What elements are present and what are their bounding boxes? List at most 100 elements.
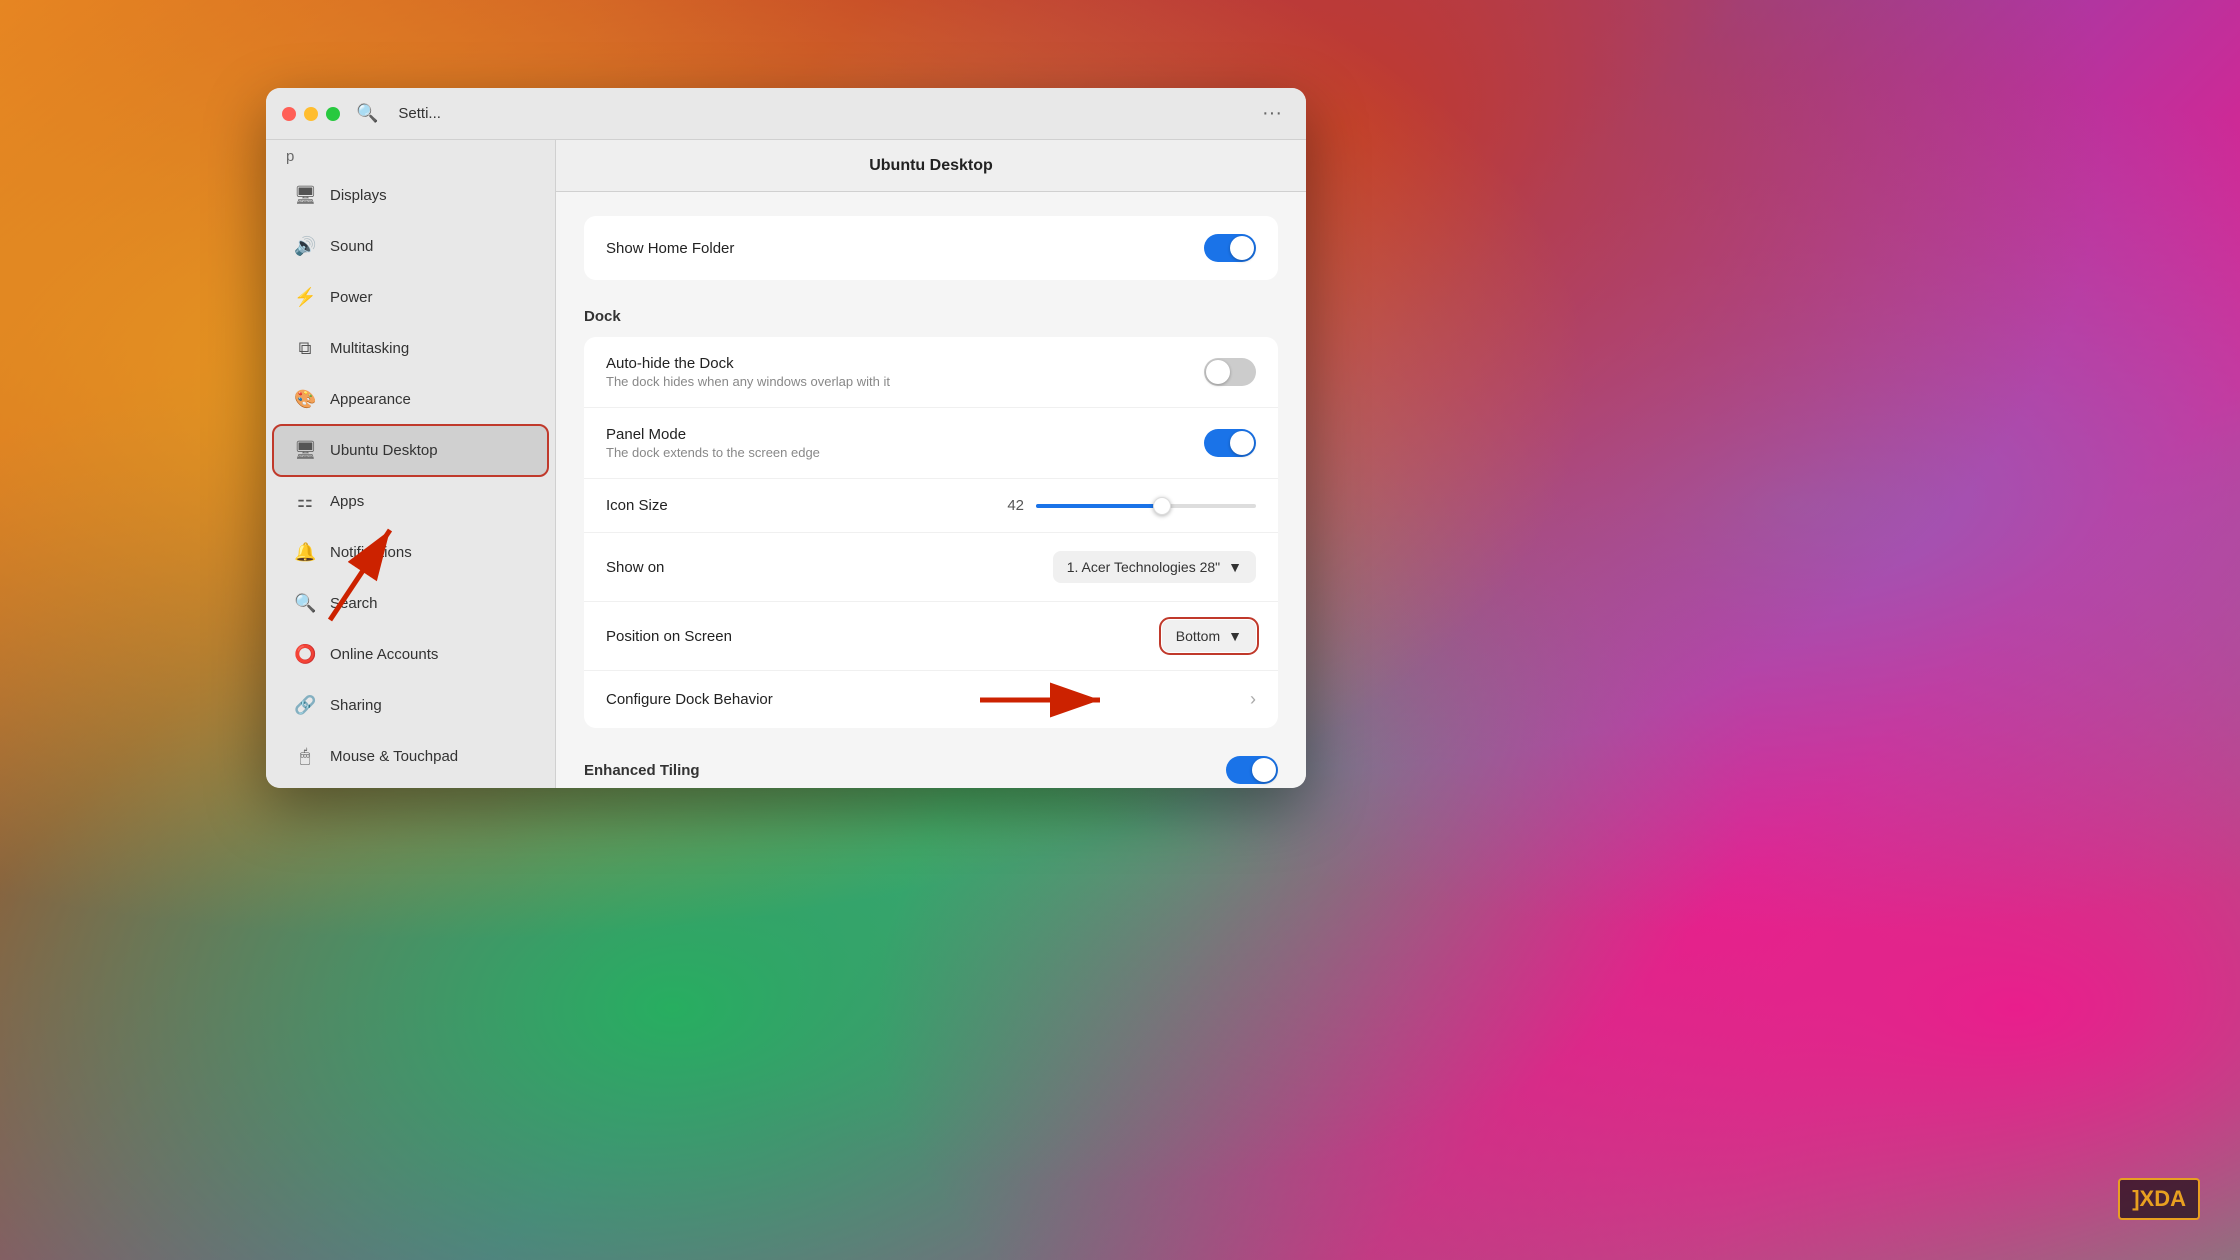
close-button[interactable] [282,107,296,121]
configure-dock-label: Configure Dock Behavior [606,691,1230,708]
window-controls [282,107,340,121]
online-accounts-icon: ⭕ [294,644,316,665]
chevron-down-icon: ▼ [1228,628,1242,644]
show-home-folder-card: Show Home Folder [584,216,1278,280]
show-on-label: Show on [606,559,1033,576]
position-on-screen-label: Position on Screen [606,628,1142,645]
auto-hide-label: Auto-hide the Dock [606,355,1184,372]
show-home-folder-label: Show Home Folder [606,240,1184,257]
position-on-screen-dropdown[interactable]: Bottom ▼ [1162,620,1256,652]
sidebar-item-label: Multitasking [330,340,409,357]
enhanced-tiling-header-info: Enhanced Tiling [584,762,1206,779]
icon-size-row: Icon Size 42 [584,479,1278,533]
title-bar-search-area: 🔍 [356,103,378,124]
mouse-touchpad-icon: 🖱 [294,746,316,767]
dock-section-header: Dock [584,300,1278,337]
icon-size-track[interactable] [1036,504,1256,508]
sidebar-item-online-accounts[interactable]: ⭕ Online Accounts [274,630,547,679]
show-on-control: 1. Acer Technologies 28" ▼ [1053,551,1256,583]
configure-dock-control: › [1250,689,1256,710]
panel-title-text: Ubuntu Desktop [869,157,993,175]
enhanced-tiling-header: Enhanced Tiling [584,762,1206,779]
sidebar-item-label: Search [330,595,378,612]
sidebar-item-notifications[interactable]: 🔔 Notifications [274,528,547,577]
toggle-knob [1206,360,1230,384]
sharing-icon: 🔗 [294,695,316,716]
toggle-knob [1230,431,1254,455]
sidebar-item-power[interactable]: ⚡ Power [274,273,547,322]
sidebar-item-appearance[interactable]: 🎨 Appearance [274,375,547,424]
sidebar-item-multitasking[interactable]: ⧉ Multitasking [274,324,547,373]
ubuntu-desktop-icon: 🖥 [294,440,316,461]
sidebar-partial-item: p [266,140,555,169]
slider-thumb[interactable] [1153,497,1171,515]
sidebar-item-label: Sharing [330,697,382,714]
show-on-dropdown[interactable]: 1. Acer Technologies 28" ▼ [1053,551,1256,583]
xda-text: ]XDA [2132,1186,2186,1211]
configure-dock-row[interactable]: Configure Dock Behavior › [584,671,1278,728]
sidebar-item-label: Apps [330,493,364,510]
sidebar-item-sharing[interactable]: 🔗 Sharing [274,681,547,730]
auto-hide-subtitle: The dock hides when any windows overlap … [606,374,1184,389]
content-area: p 🖥 Displays 🔊 Sound ⚡ Power ⧉ Multitask… [266,140,1306,788]
xda-watermark: ]XDA [2118,1178,2200,1220]
chevron-down-icon: ▼ [1228,559,1242,575]
search-icon: 🔍 [356,103,378,124]
panel-mode-toggle[interactable] [1204,429,1256,457]
sidebar-item-displays[interactable]: 🖥 Displays [274,171,547,220]
sidebar-item-label: Online Accounts [330,646,438,663]
icon-size-value: 42 [994,497,1024,514]
more-menu-button[interactable]: ··· [1254,98,1290,129]
position-on-screen-row: Position on Screen Bottom ▼ [584,602,1278,671]
sidebar-item-apps[interactable]: ⚏ Apps [274,477,547,526]
auto-hide-toggle[interactable] [1204,358,1256,386]
maximize-button[interactable] [326,107,340,121]
chevron-right-icon: › [1250,689,1256,709]
panel-mode-subtitle: The dock extends to the screen edge [606,445,1184,460]
sidebar-item-sound[interactable]: 🔊 Sound [274,222,547,271]
show-home-folder-toggle[interactable] [1204,234,1256,262]
position-value: Bottom [1176,628,1220,644]
sidebar-item-label: Sound [330,238,373,255]
title-bar: 🔍 Setti... ··· [266,88,1306,140]
toggle-knob [1230,236,1254,260]
panel-mode-control [1204,429,1256,457]
auto-hide-control [1204,358,1256,386]
show-home-folder-row: Show Home Folder [584,216,1278,280]
sidebar-item-mouse-touchpad[interactable]: 🖱 Mouse & Touchpad [274,732,547,781]
apps-icon: ⚏ [294,491,316,512]
window-title: Setti... [398,105,441,122]
icon-size-control: 42 [994,497,1256,514]
sidebar-item-label: Appearance [330,391,411,408]
position-on-screen-info: Position on Screen [606,628,1142,645]
enhanced-tiling-toggle[interactable] [1226,756,1278,784]
appearance-icon: 🎨 [294,389,316,410]
icon-size-info: Icon Size [606,497,974,514]
sidebar-item-label: Notifications [330,544,412,561]
power-icon: ⚡ [294,287,316,308]
sidebar-item-label: Displays [330,187,387,204]
show-home-folder-info: Show Home Folder [606,240,1184,257]
settings-window: 🔍 Setti... ··· p 🖥 Displays 🔊 Sound ⚡ Po… [266,88,1306,788]
configure-dock-info: Configure Dock Behavior [606,691,1230,708]
show-on-info: Show on [606,559,1033,576]
sidebar: p 🖥 Displays 🔊 Sound ⚡ Power ⧉ Multitask… [266,140,556,788]
show-on-row: Show on 1. Acer Technologies 28" ▼ [584,533,1278,602]
sidebar-item-label: Ubuntu Desktop [330,442,438,459]
sidebar-item-label: Mouse & Touchpad [330,748,458,765]
sidebar-item-search[interactable]: 🔍 Search [274,579,547,628]
panel-title: Ubuntu Desktop [556,140,1306,192]
auto-hide-row: Auto-hide the Dock The dock hides when a… [584,337,1278,408]
sound-icon: 🔊 [294,236,316,257]
search-nav-icon: 🔍 [294,593,316,614]
sidebar-item-ubuntu-desktop[interactable]: 🖥 Ubuntu Desktop [274,426,547,475]
show-home-folder-control [1204,234,1256,262]
panel-content: Show Home Folder Dock [556,192,1306,788]
dock-card: Auto-hide the Dock The dock hides when a… [584,337,1278,728]
minimize-button[interactable] [304,107,318,121]
panel-mode-info: Panel Mode The dock extends to the scree… [606,426,1184,460]
displays-icon: 🖥 [294,185,316,206]
slider-fill [1036,504,1157,508]
enhanced-tiling-control [1226,756,1278,784]
icon-size-slider-container: 42 [994,497,1256,514]
